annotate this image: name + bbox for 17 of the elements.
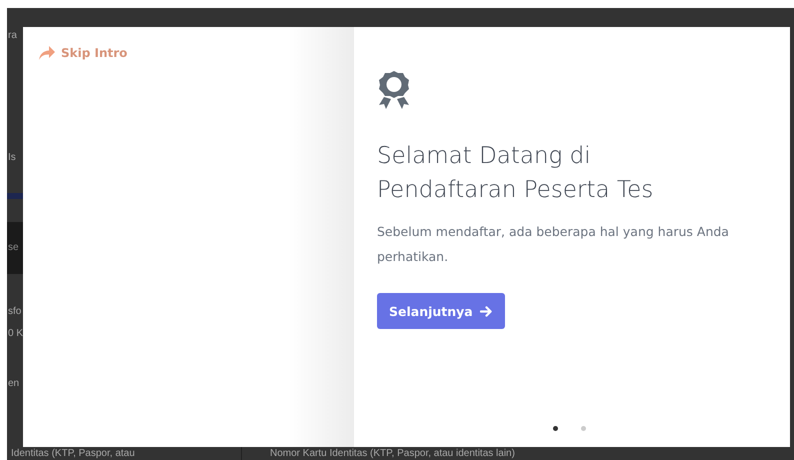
page-text: ra bbox=[7, 29, 17, 43]
share-arrow-icon bbox=[39, 46, 55, 60]
welcome-title: Selamat Datang di Pendaftaran Peserta Tes bbox=[377, 142, 654, 205]
arrow-right-icon bbox=[480, 306, 493, 316]
pager-dot[interactable] bbox=[581, 426, 586, 431]
page-text: 0 K bbox=[7, 327, 24, 341]
intro-description: Sebelum mendaftar, ada beberapa hal yang harus Anda perhatikan. bbox=[377, 223, 730, 266]
award-ribbon-icon bbox=[377, 71, 411, 109]
field-label: Identitas (KTP, Paspor, atau bbox=[10, 447, 136, 460]
next-button[interactable]: Selanjutnya bbox=[377, 293, 505, 329]
pager-dot[interactable] bbox=[553, 426, 558, 431]
accent-bar bbox=[7, 193, 23, 199]
skip-intro-link[interactable]: Skip Intro bbox=[39, 46, 128, 60]
page-text: se bbox=[7, 241, 19, 255]
page-text: Is bbox=[7, 151, 16, 165]
page-text: sfo bbox=[7, 305, 22, 319]
page-text: en bbox=[7, 377, 20, 391]
